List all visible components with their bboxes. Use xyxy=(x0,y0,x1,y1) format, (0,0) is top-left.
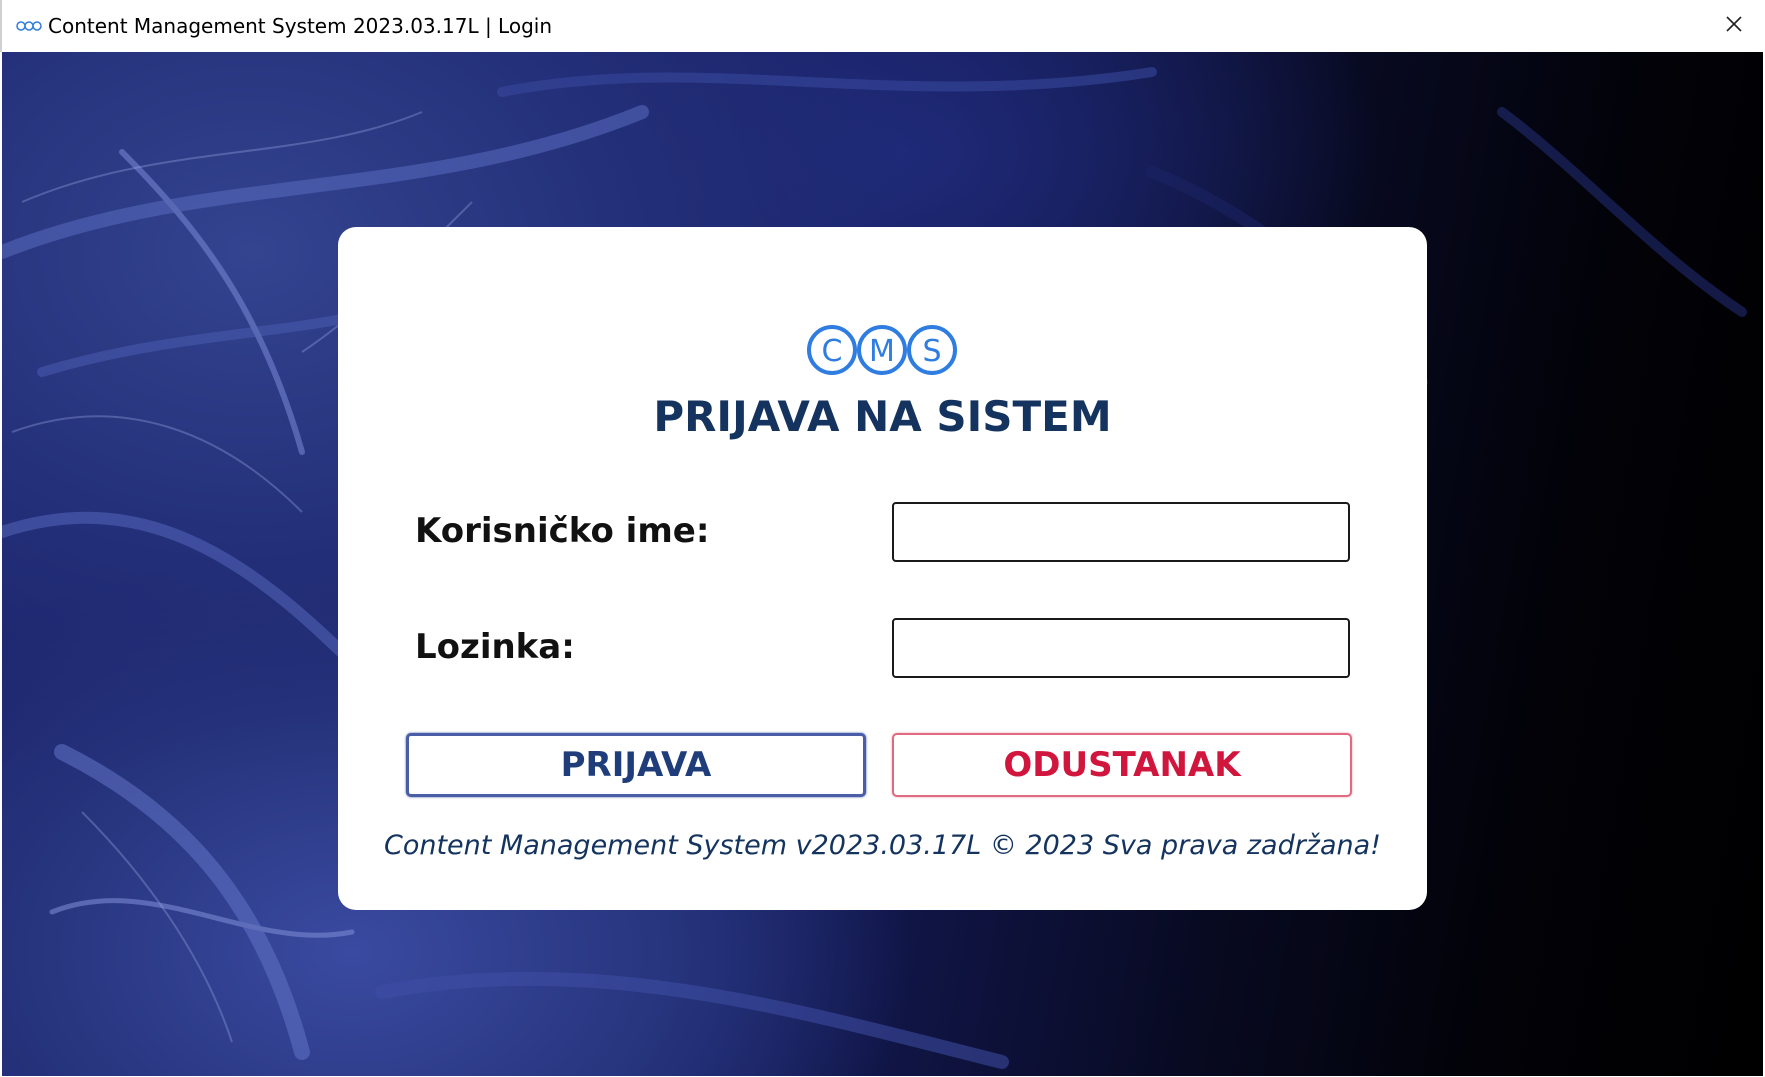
logo-letter-s: S xyxy=(922,334,941,369)
login-window: Content Management System 2023.03.17L | … xyxy=(0,0,1765,1077)
logo-letter-c: C xyxy=(822,334,843,369)
login-button[interactable]: PRIJAVA xyxy=(406,733,866,797)
cms-logo: C M S xyxy=(806,322,958,378)
title-bar: Content Management System 2023.03.17L | … xyxy=(0,0,1765,52)
username-label: Korisničko ime: xyxy=(415,511,710,551)
logo-letter-m: M xyxy=(869,334,895,369)
cancel-button[interactable]: ODUSTANAK xyxy=(892,733,1352,797)
close-icon xyxy=(1725,15,1743,37)
cms-logo-icon xyxy=(16,19,42,33)
window-title: Content Management System 2023.03.17L | … xyxy=(48,14,553,38)
page-title: PRIJAVA NA SISTEM xyxy=(653,392,1112,441)
cms-logo-icon: C M S xyxy=(807,325,957,375)
login-card: C M S PRIJAVA NA SISTEM Korisničko ime: … xyxy=(338,227,1427,910)
password-field[interactable] xyxy=(892,618,1350,678)
close-button[interactable] xyxy=(1703,0,1765,52)
copyright-footer: Content Management System v2023.03.17L ©… xyxy=(383,830,1382,861)
username-field[interactable] xyxy=(892,502,1350,562)
login-button-label: PRIJAVA xyxy=(560,745,712,785)
password-label: Lozinka: xyxy=(415,627,575,667)
cancel-button-label: ODUSTANAK xyxy=(1003,745,1241,785)
